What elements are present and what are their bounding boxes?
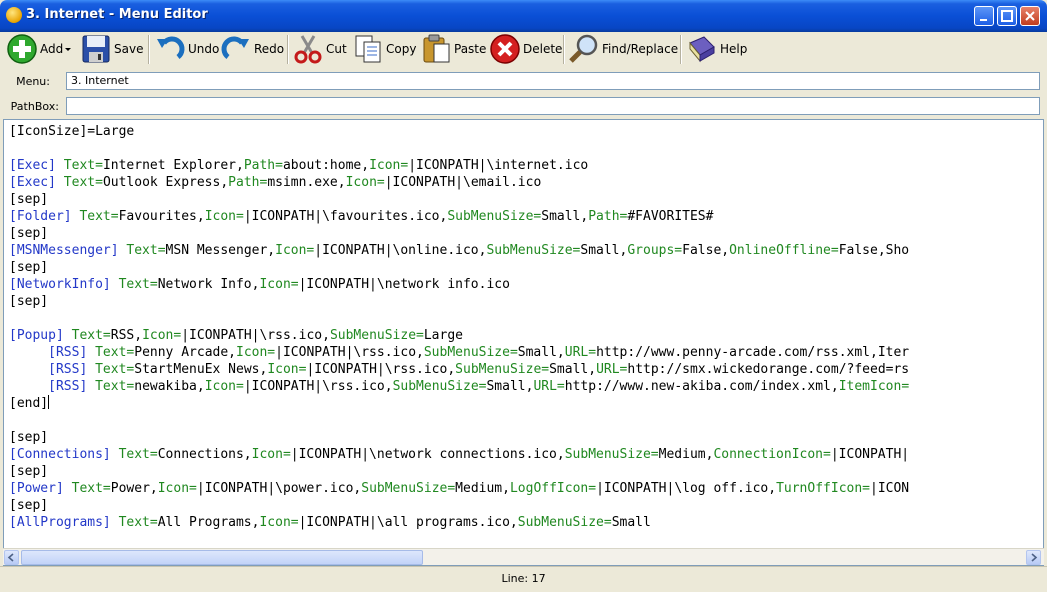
code-editor[interactable]: [IconSize]=Large [Exec] Text=Internet Exp… xyxy=(3,119,1044,566)
code-line: [RSS] Text=StartMenuEx News,Icon=|ICONPA… xyxy=(48,362,910,377)
title-bar: 3. Internet - Menu Editor xyxy=(0,0,1047,32)
toolbar-separator xyxy=(148,35,150,64)
pathbox-field[interactable] xyxy=(66,97,1040,115)
add-button[interactable]: Add xyxy=(6,32,73,66)
clipboard-icon xyxy=(423,34,450,63)
find-replace-button[interactable]: Find/Replace xyxy=(568,32,678,66)
menu-label: Menu: xyxy=(16,75,50,88)
undo-button[interactable]: Undo xyxy=(154,32,219,66)
status-bar: Line: 17 xyxy=(0,566,1047,592)
arrow-left-icon xyxy=(7,553,14,562)
scissors-icon xyxy=(294,35,322,64)
code-line: [sep] xyxy=(9,498,49,513)
paste-button[interactable]: Paste xyxy=(420,32,486,66)
code-line: [Connections] Text=Connections,Icon=|ICO… xyxy=(9,447,910,462)
code-line: [sep] xyxy=(9,430,49,445)
minimize-button[interactable] xyxy=(974,6,994,26)
menu-field[interactable]: 3. Internet xyxy=(66,72,1040,90)
minimize-icon xyxy=(975,7,993,25)
code-line: [Popup] Text=RSS,Icon=|ICONPATH|\rss.ico… xyxy=(9,328,463,343)
help-book-icon xyxy=(689,36,715,63)
scroll-left-button[interactable] xyxy=(4,550,19,565)
maximize-icon xyxy=(998,7,1016,25)
toolbar-separator xyxy=(680,35,682,64)
close-icon xyxy=(1021,7,1039,25)
scroll-right-button[interactable] xyxy=(1026,550,1041,565)
copy-button[interactable]: Copy xyxy=(352,32,416,66)
code-line: [AllPrograms] Text=All Programs,Icon=|IC… xyxy=(9,515,651,530)
code-line: [sep] xyxy=(9,226,49,241)
toolbar-separator xyxy=(287,35,289,64)
floppy-disk-icon xyxy=(82,35,110,63)
window-title: 3. Internet - Menu Editor xyxy=(26,7,208,22)
code-line: [IconSize]=Large xyxy=(9,124,135,139)
code-line: [sep] xyxy=(9,294,49,309)
pathbox-label: PathBox: xyxy=(10,100,59,113)
app-icon xyxy=(6,7,22,23)
close-button[interactable] xyxy=(1020,6,1040,26)
delete-icon xyxy=(490,34,520,64)
scrollbar-thumb[interactable] xyxy=(21,550,423,565)
code-line: [sep] xyxy=(9,464,49,479)
toolbar-separator xyxy=(563,35,565,64)
code-lines: [IconSize]=Large [Exec] Text=Internet Exp… xyxy=(9,123,909,531)
delete-button[interactable]: Delete xyxy=(489,32,562,66)
code-line: [MSNMessenger] Text=MSN Messenger,Icon=|… xyxy=(9,243,910,258)
dropdown-arrow-icon xyxy=(65,48,72,51)
help-button[interactable]: Help xyxy=(686,32,747,66)
save-button[interactable]: Save xyxy=(80,32,143,66)
horizontal-scrollbar[interactable] xyxy=(3,548,1044,565)
code-line: [sep] xyxy=(9,192,49,207)
magnifier-icon xyxy=(569,34,598,63)
code-line: [end] xyxy=(9,395,50,411)
redo-button[interactable]: Redo xyxy=(220,32,284,66)
code-line: [Exec] Text=Internet Explorer,Path=about… xyxy=(9,158,589,173)
arrow-right-icon xyxy=(1031,553,1038,562)
code-line: [Power] Text=Power,Icon=|ICONPATH|\power… xyxy=(9,481,910,496)
cut-button[interactable]: Cut xyxy=(292,32,347,66)
code-line: [NetworkInfo] Text=Network Info,Icon=|IC… xyxy=(9,277,510,292)
redo-icon xyxy=(221,36,249,59)
code-line: [sep] xyxy=(9,260,49,275)
toolbar: Add Save Undo Redo Cut Copy Paste Delete… xyxy=(0,32,1047,68)
code-line: [Exec] Text=Outlook Express,Path=msimn.e… xyxy=(9,175,542,190)
add-icon xyxy=(7,34,37,64)
line-indicator: Line: 17 xyxy=(501,572,546,585)
maximize-button[interactable] xyxy=(997,6,1017,26)
code-line: [RSS] Text=newakiba,Icon=|ICONPATH|\rss.… xyxy=(48,379,910,394)
code-line: [RSS] Text=Penny Arcade,Icon=|ICONPATH|\… xyxy=(48,345,910,360)
undo-icon xyxy=(157,36,185,59)
text-caret xyxy=(48,395,50,409)
copy-icon xyxy=(355,35,381,63)
code-line: [Folder] Text=Favourites,Icon=|ICONPATH|… xyxy=(9,209,714,224)
